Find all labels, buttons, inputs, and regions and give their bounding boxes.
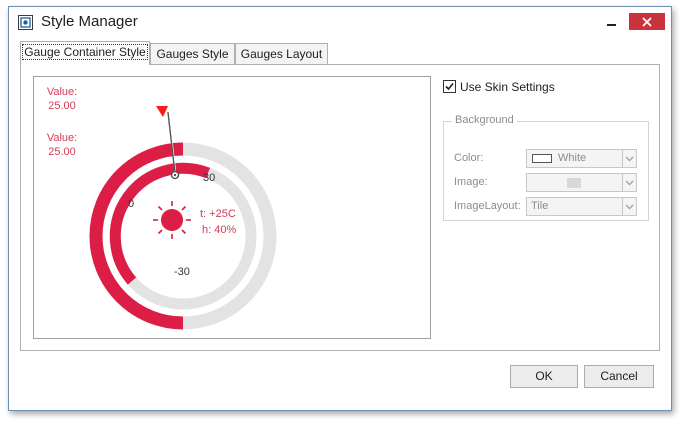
color-combobox[interactable]: White [526,149,637,168]
checkbox-box[interactable] [443,80,456,93]
use-skin-settings-label: Use Skin Settings [460,80,555,94]
tab-gauge-container-style[interactable]: Gauge Container Style [20,41,150,65]
chevron-down-icon [625,180,634,186]
ok-button[interactable]: OK [510,365,578,388]
gauge-preview: Value: 25.00 Value: 25.00 30 0 -30 t: +2… [33,76,431,339]
combo-dropdown-button[interactable] [622,150,636,167]
background-group-title: Background [452,114,517,126]
close-icon [642,16,652,27]
style-manager-window: Style Manager Gauge Container Style Gaug… [8,6,672,411]
chevron-down-icon [625,204,634,210]
tab-label: Gauges Layout [240,47,323,61]
value-number: 25.00 [48,100,76,112]
temperature-readout: t: +25C [200,208,236,220]
tab-gauges-layout[interactable]: Gauges Layout [235,43,328,65]
scale-label-30: 30 [203,172,216,184]
humidity-readout: h: 40% [202,224,237,236]
value-label: Value: [46,132,78,144]
tab-gauges-style[interactable]: Gauges Style [150,43,235,65]
sun-icon [153,201,191,239]
minimize-icon[interactable] [606,15,618,27]
image-label: Image: [454,176,488,188]
tab-label: Gauge Container Style [22,44,148,60]
chevron-down-icon [625,156,634,162]
close-button[interactable] [629,13,665,30]
inner-value-arc [109,162,210,285]
scale-label-minus30: -30 [174,266,190,278]
tab-label: Gauges Style [156,47,229,61]
value-label: Value: [46,86,78,98]
background-group: Background Color: White Image: ImageLayo… [443,114,649,221]
marker-triangle [156,106,168,117]
image-layout-value: Tile [531,200,549,212]
image-placeholder-icon [567,178,581,188]
image-layout-label: ImageLayout: [454,200,521,212]
checkmark-icon [445,82,454,91]
color-value: White [558,152,587,164]
value-number: 25.00 [48,146,76,158]
scale-label-0: 0 [128,198,135,210]
combo-dropdown-button[interactable] [622,198,636,215]
window-title: Style Manager [41,13,138,30]
image-layout-combobox[interactable]: Tile [526,197,637,216]
cancel-button[interactable]: Cancel [584,365,654,388]
color-swatch [532,154,552,163]
app-icon [18,15,33,30]
image-combobox[interactable] [526,173,637,192]
title-bar: Style Manager [9,7,671,37]
combo-dropdown-button[interactable] [622,174,636,191]
color-label: Color: [454,152,484,164]
